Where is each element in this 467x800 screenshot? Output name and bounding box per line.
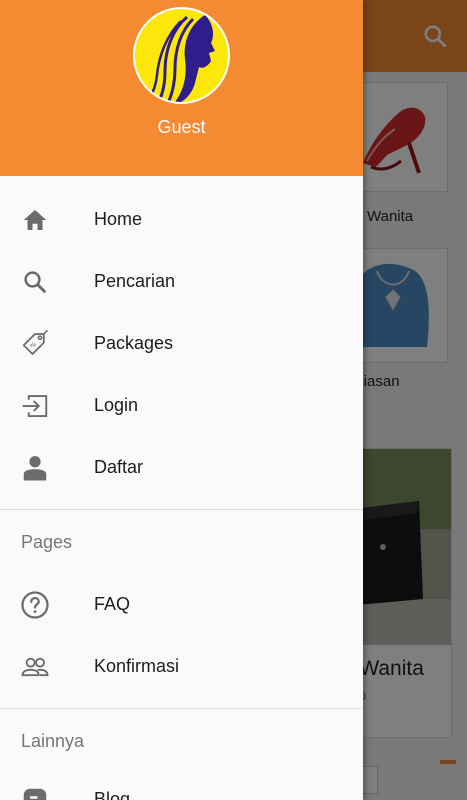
- section-header-pages: Pages: [21, 532, 73, 552]
- nav-label-daftar: Daftar: [94, 456, 144, 477]
- nav-label-konfirmasi: Konfirmasi: [94, 655, 180, 676]
- divider: [0, 708, 363, 709]
- woman-silhouette-logo: [147, 15, 215, 102]
- user-name: Guest: [157, 117, 206, 137]
- help-icon: [21, 591, 49, 619]
- nav-label-home: Home: [94, 208, 143, 229]
- tag-icon: %: [22, 329, 49, 355]
- nav-label-pencarian: Pencarian: [94, 270, 176, 291]
- nav-label-packages: Packages: [94, 332, 174, 353]
- home-icon: [23, 210, 47, 230]
- people-icon: [21, 657, 49, 677]
- nav-item-blog[interactable]: Blog: [0, 768, 363, 800]
- login-icon: [22, 395, 48, 417]
- divider: [0, 509, 363, 510]
- nav-label-faq: FAQ: [94, 593, 131, 614]
- drawer-header: Guest: [0, 0, 363, 176]
- nav-item-faq[interactable]: FAQ: [0, 573, 363, 635]
- nav-label-login: Login: [94, 394, 139, 415]
- nav-item-konfirmasi[interactable]: Konfirmasi: [0, 635, 363, 697]
- nav-item-daftar[interactable]: Daftar: [0, 436, 363, 498]
- avatar[interactable]: [133, 7, 230, 104]
- section-header-lainnya: Lainnya: [21, 731, 85, 751]
- search-icon: [24, 271, 46, 293]
- nav-label-blog: Blog: [94, 788, 131, 800]
- nav-item-packages[interactable]: % Packages: [0, 312, 363, 374]
- nav-item-login[interactable]: Login: [0, 374, 363, 436]
- nav-item-home[interactable]: Home: [0, 188, 363, 250]
- nav-item-pencarian[interactable]: Pencarian: [0, 250, 363, 312]
- blog-icon: [23, 788, 47, 800]
- person-icon: [23, 456, 47, 481]
- navigation-drawer: Guest Home Pencarian % Packages Login Da…: [0, 0, 363, 800]
